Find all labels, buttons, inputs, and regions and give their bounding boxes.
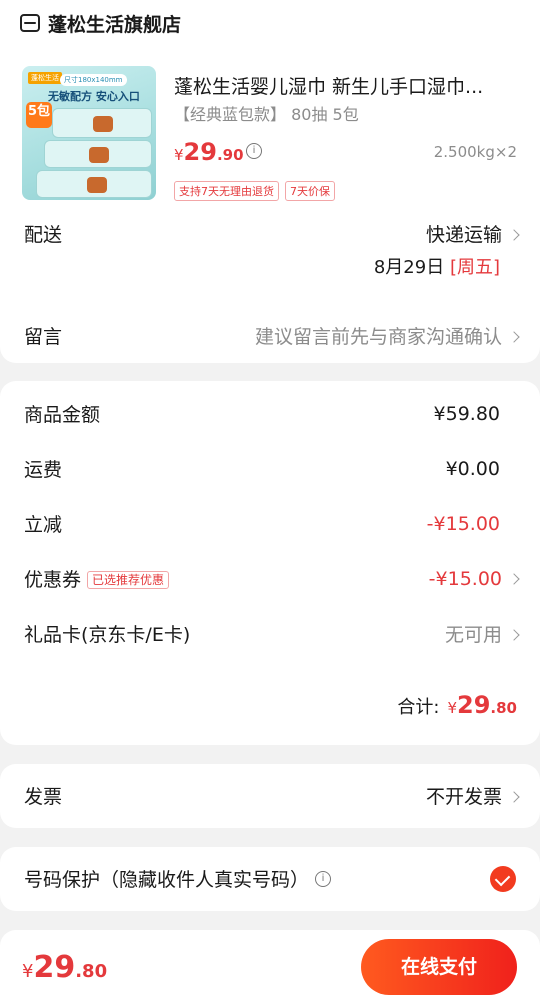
product-price-dec: .90 [216, 146, 244, 164]
product-price: ¥29.90 [174, 138, 244, 166]
invoice-label: 发票 [24, 786, 63, 808]
shipping-value: ¥0.00 [445, 457, 500, 480]
message-label: 留言 [24, 326, 63, 348]
delivery-method-wrap: 快递运输 [425, 220, 520, 247]
goods-amount-row: 商品金额 ¥59.80 [24, 400, 518, 427]
giftcard-row[interactable]: 礼品卡(京东卡/E卡) 无可用 [24, 620, 520, 647]
product-weight: 2.500kg×2 [433, 143, 517, 161]
total-dec: .80 [490, 699, 517, 717]
giftcard-label: 礼品卡(京东卡/E卡) [24, 624, 191, 646]
store-header[interactable]: 蓬松生活旗舰店 [20, 10, 181, 36]
tag-price-protect: 7天价保 [285, 181, 335, 201]
invoice-value: 不开发票 [425, 786, 502, 808]
message-placeholder-wrap: 建议留言前先与商家沟通确认 [254, 322, 520, 349]
message-row[interactable]: 留言 建议留言前先与商家沟通确认 [24, 322, 520, 349]
number-protect-label: 号码保护（隐藏收件人真实号码） [24, 869, 310, 891]
coupon-row[interactable]: 优惠券 已选推荐优惠 -¥15.00 [24, 565, 520, 592]
info-icon[interactable]: i [315, 870, 332, 887]
delivery-date-text: 8月29日 [373, 257, 445, 278]
discount-row: 立减 -¥15.00 [24, 510, 518, 537]
invoice-row[interactable]: 发票 不开发票 [24, 782, 520, 809]
chevron-right-icon [508, 629, 520, 641]
goods-amount-label: 商品金额 [24, 404, 101, 426]
wipes-pack-illustration [44, 140, 152, 168]
shipping-row: 运费 ¥0.00 [24, 455, 518, 482]
number-protect-row: 号码保护（隐藏收件人真实号码） i [24, 865, 518, 892]
invoice-value-wrap: 不开发票 [425, 782, 520, 809]
coupon-badge: 已选推荐优惠 [87, 571, 170, 589]
chevron-right-icon [508, 331, 520, 343]
delivery-date: 8月29日 [周五] [374, 253, 500, 279]
store-icon [20, 14, 40, 32]
product-image-slogan: 无敏配方 安心入口 [48, 90, 140, 103]
product-spec: 【经典蓝包款】 80抽 5包 [174, 105, 359, 124]
delivery-weekday: [周五] [449, 257, 500, 278]
pay-symbol: ¥ [22, 961, 34, 982]
pay-amount: ¥29.80 [22, 950, 107, 985]
product-image[interactable]: 蓬松生活 尺寸180x140mm 无敏配方 安心入口 5包 [22, 66, 156, 200]
shipping-label: 运费 [24, 459, 63, 481]
total-label: 合计: [397, 697, 440, 718]
store-name[interactable]: 蓬松生活旗舰店 [48, 10, 181, 37]
total-amount: 合计: ¥29.80 [397, 691, 517, 719]
discount-label: 立减 [24, 514, 63, 536]
product-image-pack-badge: 5包 [26, 102, 52, 128]
store-card: 蓬松生活旗舰店 蓬松生活 尺寸180x140mm 无敏配方 安心入口 5包 蓬松… [0, 0, 540, 363]
number-protect-label-wrap: 号码保护（隐藏收件人真实号码） i [24, 865, 332, 892]
pay-dec: .80 [75, 961, 108, 982]
total-symbol: ¥ [447, 699, 458, 717]
delivery-label: 配送 [24, 224, 63, 246]
total-value: ¥29.80 [447, 691, 517, 719]
product-image-brand: 蓬松生活 [28, 72, 62, 84]
info-icon[interactable]: i [246, 143, 262, 159]
pay-online-button[interactable]: 在线支付 [361, 939, 517, 995]
chevron-right-icon [508, 572, 520, 585]
chevron-right-icon [508, 791, 520, 803]
checkbox-checked-icon[interactable] [490, 865, 516, 892]
product-image-size: 尺寸180x140mm [60, 74, 127, 86]
product-price-symbol: ¥ [174, 146, 184, 164]
chevron-right-icon [508, 229, 520, 241]
wipes-pack-illustration [52, 108, 152, 138]
goods-amount-value: ¥59.80 [433, 402, 500, 425]
coupon-label-wrap: 优惠券 已选推荐优惠 [24, 565, 170, 592]
product-price-int: 29 [183, 138, 217, 166]
delivery-method: 快递运输 [425, 224, 502, 246]
coupon-value-wrap: -¥15.00 [428, 567, 520, 590]
product-title[interactable]: 蓬松生活婴儿湿巾 新生儿手口湿巾... [174, 72, 483, 99]
message-placeholder: 建议留言前先与商家沟通确认 [254, 326, 502, 348]
delivery-row[interactable]: 配送 快递运输 [24, 220, 520, 247]
tag-return-policy: 支持7天无理由退货 [174, 181, 279, 201]
product-tags: 支持7天无理由退货 7天价保 [174, 181, 335, 201]
discount-value: -¥15.00 [426, 512, 500, 535]
giftcard-value: 无可用 [444, 624, 502, 646]
pay-int: 29 [33, 950, 76, 985]
coupon-value: -¥15.00 [428, 567, 502, 590]
giftcard-value-wrap: 无可用 [444, 620, 520, 647]
coupon-label: 优惠券 [24, 569, 82, 591]
wipes-pack-illustration [36, 170, 152, 198]
total-int: 29 [457, 691, 491, 719]
